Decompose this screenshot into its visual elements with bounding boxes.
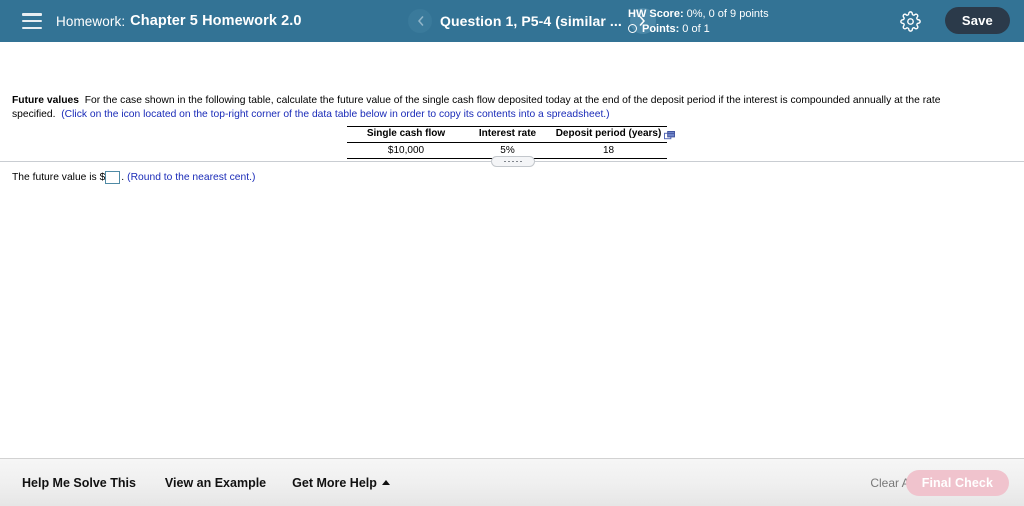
table-cell-deposit-period: 18	[550, 142, 667, 159]
question-content-area: Future values For the case shown in the …	[0, 42, 1024, 458]
hamburger-bar	[22, 13, 42, 16]
answer-prompt: The future value is $ . (Round to the ne…	[12, 171, 255, 184]
question-navigator: Question 1, P5-4 (similar ...	[408, 0, 656, 42]
table-header-row: Single cash flow Interest rate Deposit p…	[347, 126, 667, 143]
question-lead: Future values	[12, 95, 79, 106]
get-more-help-button[interactable]: Get More Help	[292, 476, 390, 490]
app-footer: Help Me Solve This View an Example Get M…	[0, 458, 1024, 506]
help-me-solve-this-button[interactable]: Help Me Solve This	[22, 476, 136, 490]
gear-icon	[900, 11, 921, 32]
hw-score-row: HW Score: 0%, 0 of 9 points	[628, 7, 769, 22]
assignment-title: Chapter 5 Homework 2.0	[130, 13, 302, 29]
final-check-button[interactable]: Final Check	[905, 469, 1009, 496]
copy-table-hint-link[interactable]: (Click on the icon located on the top-ri…	[61, 109, 609, 120]
save-button[interactable]: Save	[944, 7, 1010, 34]
data-table: Single cash flow Interest rate Deposit p…	[347, 126, 667, 159]
hw-score-value: 0%, 0 of 9 points	[686, 8, 769, 20]
caret-up-icon	[381, 479, 390, 485]
spreadsheet-copy-glyph	[664, 131, 675, 140]
settings-button[interactable]	[900, 11, 921, 32]
hamburger-bar	[22, 26, 42, 29]
circle-outline-icon	[628, 24, 637, 34]
handle-dot	[512, 160, 514, 163]
answer-prompt-suffix: .	[121, 172, 125, 183]
copy-to-spreadsheet-icon[interactable]	[664, 128, 675, 140]
get-more-help-label: Get More Help	[292, 475, 377, 490]
hw-score-label: HW Score:	[628, 8, 684, 20]
question-text: Future values For the case shown in the …	[12, 94, 1014, 121]
points-label: Points:	[642, 22, 680, 35]
score-summary: HW Score: 0%, 0 of 9 points Points: 0 of…	[628, 7, 769, 36]
table-header-cell: Interest rate	[465, 126, 550, 143]
course-label: Homework:	[56, 13, 126, 29]
hamburger-bar	[22, 19, 42, 23]
rounding-note: (Round to the nearest cent.)	[127, 172, 256, 183]
chevron-left-icon	[417, 16, 423, 26]
drag-handle-dots-icon[interactable]	[491, 156, 535, 167]
points-row: Points: 0 of 1	[628, 22, 769, 37]
handle-dot	[516, 160, 518, 163]
hamburger-icon[interactable]	[22, 13, 42, 29]
prev-question-button[interactable]	[408, 9, 432, 33]
answer-prompt-prefix: The future value is $	[12, 172, 106, 183]
question-title: Question 1, P5-4 (similar ...	[440, 13, 622, 29]
homework-app: Homework: Chapter 5 Homework 2.0 Questio…	[0, 0, 1024, 506]
data-table-container: Single cash flow Interest rate Deposit p…	[347, 126, 667, 159]
handle-dot	[508, 160, 510, 163]
table-cell-single-cash-flow: $10,000	[347, 142, 465, 159]
app-header: Homework: Chapter 5 Homework 2.0 Questio…	[0, 0, 1024, 42]
view-an-example-button[interactable]: View an Example	[165, 476, 266, 490]
future-value-input[interactable]	[105, 171, 121, 184]
table-header-cell: Single cash flow	[347, 126, 465, 143]
handle-dot	[504, 160, 506, 163]
points-value: 0 of 1	[682, 22, 710, 35]
table-header-cell: Deposit period (years)	[550, 126, 667, 143]
handle-dot	[520, 160, 522, 163]
